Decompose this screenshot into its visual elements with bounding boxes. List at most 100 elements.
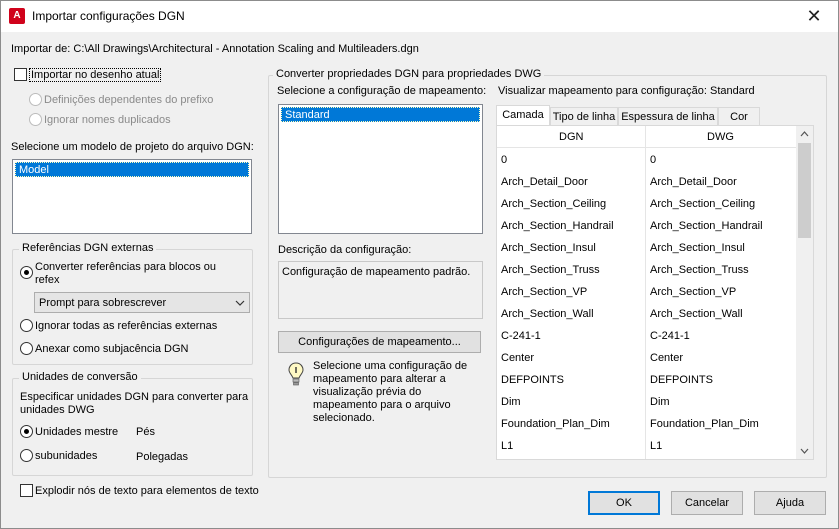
import-from-label: Importar de: (11, 43, 71, 55)
scroll-up-icon[interactable] (800, 131, 809, 137)
window-title: Importar configurações DGN (32, 9, 185, 23)
table-row[interactable]: Arch_Section_VP Arch_Section_VP (497, 281, 813, 303)
table-row[interactable]: Arch_Section_Insul Arch_Section_Insul (497, 237, 813, 259)
dgn-layer-cell: Arch_Section_VP (501, 286, 588, 298)
master-units-radio[interactable] (20, 425, 33, 438)
scroll-down-icon[interactable] (800, 448, 809, 454)
mapping-config-list[interactable]: Standard (278, 104, 483, 234)
ok-button[interactable]: OK (588, 491, 660, 515)
mapping-grid: DGN DWG 0 0 Arch_Detail_Door Arch_Detail_Do… (496, 125, 814, 460)
mapping-hint: Selecione uma configuração de mapeamento… (313, 360, 467, 425)
table-row[interactable]: 00 (497, 149, 813, 171)
table-row[interactable]: Arch_Detail_Door Arch_Detail_Door (497, 171, 813, 193)
sub-units-value: Polegadas (136, 451, 188, 463)
dgn-layer-cell: Arch_Detail_Door (501, 176, 588, 188)
convert-refs-label: Converter referências para blocos ou ref… (35, 261, 216, 287)
vertical-scrollbar[interactable] (796, 126, 813, 459)
dgn-layer-cell: Arch_Section_Truss (501, 264, 600, 276)
master-units-value: Pés (136, 426, 155, 438)
dgn-layer-cell: Arch_Section_Insul (501, 242, 596, 254)
table-row[interactable]: Arch_Section_Ceiling Arch_Section_Ceiling (497, 193, 813, 215)
lightbulb-icon (288, 362, 304, 386)
table-row[interactable]: Dim Dim (497, 391, 813, 413)
import-current-drawing-checkbox[interactable] (14, 68, 27, 81)
table-row[interactable]: L1 L1 (497, 435, 813, 457)
dwg-layer-cell: Arch_Section_Handrail (650, 220, 763, 232)
prefix-dependent-label: Definições dependentes do prefixo (44, 94, 214, 106)
scrollbar-thumb[interactable] (798, 143, 811, 238)
mapping-setup-button[interactable]: Configurações de mapeamento... (278, 331, 481, 353)
dwg-layer-cell: Arch_Detail_Door (650, 176, 737, 188)
convert-refs-label-line1: Converter referências para blocos ou (35, 261, 216, 273)
config-description-box: Configuração de mapeamento padrão. (278, 261, 483, 319)
help-button[interactable]: Ajuda (754, 491, 826, 515)
dgn-layer-cell: Center (501, 352, 535, 364)
sub-units-label: subunidades (35, 450, 98, 462)
ignore-refs-label: Ignorar todas as referências externas (35, 320, 218, 332)
table-row[interactable]: Arch_Section_Wall Arch_Section_Wall (497, 303, 813, 325)
dialog-window: A Importar configurações DGN ✕ Importar … (0, 0, 839, 529)
dwg-layer-cell: Center (650, 352, 684, 364)
table-row[interactable]: Center Center (497, 347, 813, 369)
dwg-layer-cell: Arch_Section_Wall (650, 308, 743, 320)
preview-mapping-label: Visualizar mapeamento para configuração:… (498, 85, 755, 97)
external-refs-group-title: Referências DGN externas (19, 242, 157, 254)
mapping-config-item[interactable]: Standard (281, 107, 480, 122)
mapping-hint-line4: mapeamento para o arquivo (313, 399, 451, 411)
tab-cor[interactable]: Cor (718, 107, 760, 127)
tab-camada[interactable]: Camada (496, 105, 550, 127)
seed-model-item[interactable]: Model (15, 162, 249, 177)
dgn-layer-cell: Arch_Section_Wall (501, 308, 594, 320)
dgn-layer-cell: Foundation_Plan_Dim (501, 418, 610, 430)
prefix-dependent-radio[interactable] (29, 93, 42, 106)
convert-refs-radio[interactable] (20, 266, 33, 279)
select-config-label: Selecione a configuração de mapeamento: (277, 85, 487, 97)
mapping-hint-line2: mapeamento para alterar a (313, 373, 446, 385)
units-description: Especificar unidades DGN para converter … (20, 391, 248, 417)
mapping-hint-line3: visualização prévia do (313, 386, 422, 398)
explode-text-label: Explodir nós de texto para elementos de … (35, 485, 259, 497)
ignore-refs-radio[interactable] (20, 319, 33, 332)
dgn-layer-cell: C-241-1 (501, 330, 541, 342)
dgn-layer-cell: Arch_Section_Ceiling (501, 198, 607, 210)
explode-text-checkbox[interactable] (20, 484, 33, 497)
tab-tipo-de-linha[interactable]: Tipo de linha (550, 107, 618, 127)
table-row[interactable]: Arch_Section_Truss Arch_Section_Truss (497, 259, 813, 281)
config-description-text: Configuração de mapeamento padrão. (282, 266, 471, 278)
dgn-layer-cell: DEFPOINTS (501, 374, 564, 386)
convert-properties-group-title: Converter propriedades DGN para propried… (273, 68, 545, 80)
seed-model-list[interactable]: Model (12, 159, 252, 234)
dgn-layer-cell: 0 (501, 154, 508, 166)
units-description-line1: Especificar unidades DGN para converter … (20, 391, 249, 403)
table-row[interactable]: DEFPOINTS DEFPOINTS (497, 369, 813, 391)
overwrite-prompt-combo[interactable]: Prompt para sobrescrever (34, 292, 250, 313)
dwg-layer-cell: L1 (650, 440, 663, 452)
dwg-layer-cell: 0 (650, 154, 657, 166)
units-description-line2: unidades DWG (20, 404, 95, 416)
sub-units-radio[interactable] (20, 449, 33, 462)
cancel-button[interactable]: Cancelar (671, 491, 743, 515)
column-header-dwg: DWG (707, 131, 734, 143)
dgn-layer-cell: Dim (501, 396, 521, 408)
overwrite-prompt-value: Prompt para sobrescrever (39, 297, 167, 309)
attach-underlay-label: Anexar como subjacência DGN (35, 343, 189, 355)
master-units-label: Unidades mestre (35, 426, 119, 438)
dgn-layer-cell: L1 (501, 440, 514, 452)
dwg-layer-cell: Arch_Section_Insul (650, 242, 745, 254)
table-row[interactable]: Foundation_Plan_Dim Foundation_Plan_Dim (497, 413, 813, 435)
table-row[interactable]: C-241-1 C-241-1 (497, 325, 813, 347)
dwg-layer-cell: Arch_Section_VP (650, 286, 737, 298)
close-icon[interactable]: ✕ (792, 1, 836, 31)
tab-espessura-de-linha[interactable]: Espessura de linha (618, 107, 718, 127)
table-row[interactable]: Arch_Section_Handrail Arch_Section_Handra… (497, 215, 813, 237)
import-current-drawing-label: Importar no desenho atual (29, 68, 162, 82)
ignore-duplicates-radio[interactable] (29, 113, 42, 126)
mapping-hint-line1: Selecione uma configuração de (313, 360, 468, 372)
import-from-path: C:\All Drawings\Architectural - Annotati… (73, 43, 419, 55)
attach-underlay-radio[interactable] (20, 342, 33, 355)
column-header-dgn: DGN (559, 131, 584, 143)
dgn-layer-cell: Arch_Section_Handrail (501, 220, 614, 232)
dwg-layer-cell: Arch_Section_Ceiling (650, 198, 756, 210)
dwg-layer-cell: Foundation_Plan_Dim (650, 418, 759, 430)
chevron-down-icon (235, 300, 245, 306)
